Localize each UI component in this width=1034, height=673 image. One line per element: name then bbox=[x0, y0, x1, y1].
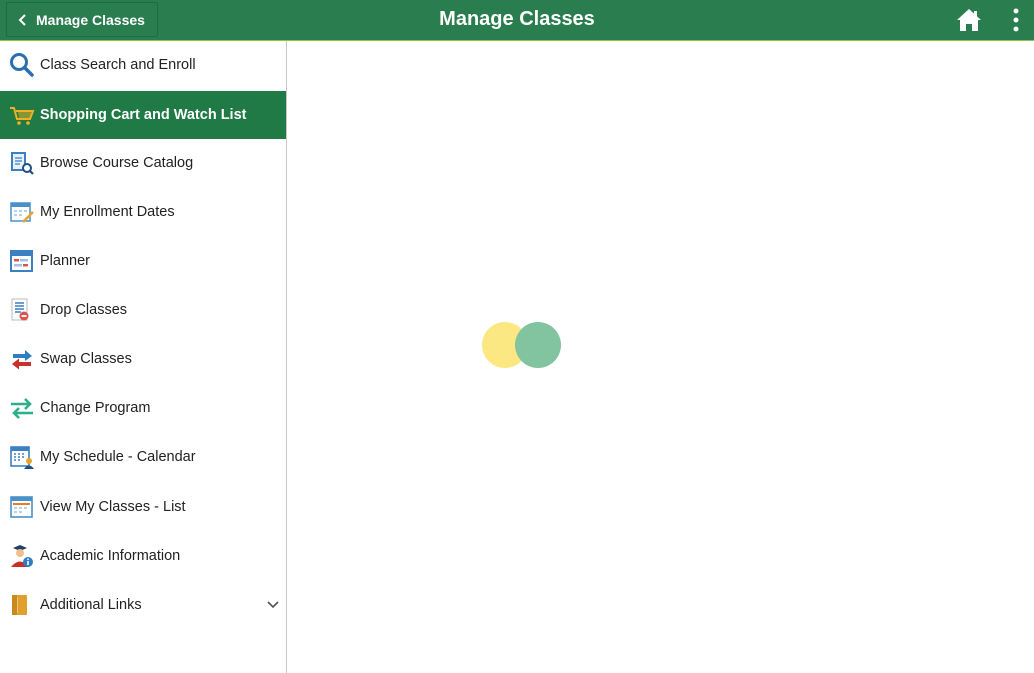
sidebar-item-enrollment-dates[interactable]: My Enrollment Dates bbox=[0, 188, 286, 236]
sidebar-item-academic-info[interactable]: Academic Information bbox=[0, 532, 286, 580]
sidebar-item-label: Drop Classes bbox=[40, 302, 128, 318]
sidebar-item-class-search[interactable]: Class Search and Enroll bbox=[0, 41, 286, 89]
main-content bbox=[288, 41, 1034, 673]
calendar-list-icon bbox=[9, 494, 35, 520]
sidebar-nav: Class Search and Enroll Shopping Cart an… bbox=[0, 41, 287, 673]
planner-icon bbox=[9, 248, 35, 274]
sidebar-item-label: Class Search and Enroll bbox=[40, 57, 196, 73]
sidebar-item-shopping-cart[interactable]: Shopping Cart and Watch List bbox=[0, 91, 286, 139]
catalog-icon bbox=[9, 150, 35, 176]
search-icon bbox=[9, 52, 35, 78]
back-button[interactable]: Manage Classes bbox=[6, 2, 158, 37]
sidebar-item-browse-catalog[interactable]: Browse Course Catalog bbox=[0, 139, 286, 187]
more-vertical-icon[interactable] bbox=[1007, 6, 1025, 34]
sidebar-item-view-classes-list[interactable]: View My Classes - List bbox=[0, 483, 286, 531]
sidebar-item-label: Browse Course Catalog bbox=[40, 155, 194, 171]
sidebar-item-label: My Schedule - Calendar bbox=[40, 449, 196, 465]
loading-spinner bbox=[482, 322, 564, 370]
sidebar-item-change-program[interactable]: Change Program bbox=[0, 384, 286, 432]
calendar-edit-icon bbox=[9, 199, 35, 225]
sidebar-item-label: Additional Links bbox=[40, 597, 142, 613]
swap-arrows-icon bbox=[9, 346, 35, 372]
schedule-calendar-icon bbox=[9, 444, 35, 470]
graduate-info-icon bbox=[9, 543, 35, 569]
back-button-label: Manage Classes bbox=[36, 11, 145, 28]
sidebar-item-label: Planner bbox=[40, 253, 90, 269]
shopping-cart-icon bbox=[9, 102, 35, 128]
sidebar-item-drop-classes[interactable]: Drop Classes bbox=[0, 286, 286, 334]
loading-dot-green bbox=[515, 322, 561, 368]
sidebar-item-label: Shopping Cart and Watch List bbox=[40, 107, 247, 123]
sidebar-item-additional-links[interactable]: Additional Links bbox=[0, 581, 286, 629]
home-icon[interactable] bbox=[955, 6, 983, 34]
sidebar-item-label: Change Program bbox=[40, 400, 151, 416]
sidebar-item-label: My Enrollment Dates bbox=[40, 204, 175, 220]
drop-list-icon bbox=[9, 297, 35, 323]
sidebar-item-swap-classes[interactable]: Swap Classes bbox=[0, 335, 286, 383]
sidebar-item-label: Swap Classes bbox=[40, 351, 132, 367]
sidebar-item-schedule-calendar[interactable]: My Schedule - Calendar bbox=[0, 433, 286, 481]
sidebar-item-planner[interactable]: Planner bbox=[0, 237, 286, 285]
chevron-left-icon bbox=[14, 11, 32, 29]
chevron-down-icon[interactable] bbox=[266, 598, 280, 612]
folder-icon bbox=[9, 592, 35, 618]
sidebar-item-label: View My Classes - List bbox=[40, 499, 186, 515]
top-banner: Manage Classes Manage Classes bbox=[0, 0, 1034, 41]
change-arrows-icon bbox=[9, 395, 35, 421]
sidebar-item-label: Academic Information bbox=[40, 548, 181, 564]
